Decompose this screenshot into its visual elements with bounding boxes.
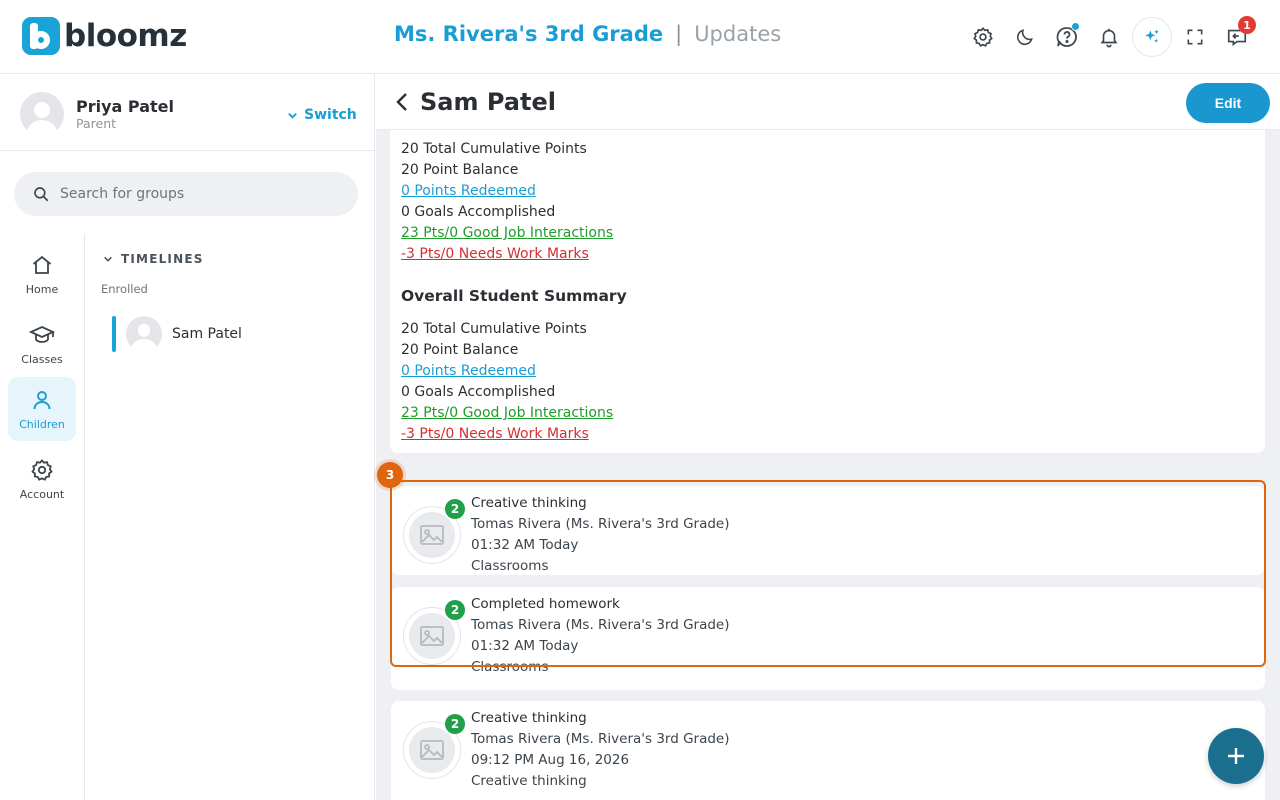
nav-children-label: Children [19, 417, 65, 431]
image-placeholder-icon [420, 740, 444, 760]
title-separator: | [675, 22, 683, 46]
child-detail-title: Sam Patel [420, 88, 556, 116]
nav-classes-label: Classes [21, 352, 63, 366]
class-point-balance: 20 Point Balance [401, 162, 519, 178]
post-title: Creative thinking [471, 495, 587, 511]
overall-goals: 0 Goals Accomplished [401, 384, 556, 400]
help-notification-dot [1071, 22, 1080, 31]
plus-icon [1228, 748, 1244, 764]
back-button[interactable] [388, 88, 416, 116]
moon-icon[interactable] [1006, 18, 1044, 56]
post-count-badge: 2 [445, 499, 465, 519]
chevron-left-icon [396, 93, 407, 111]
post-count-badge: 2 [445, 600, 465, 620]
inbox-count-badge: 1 [1238, 16, 1256, 34]
home-icon [32, 255, 52, 274]
nav-home-label: Home [25, 282, 59, 296]
bell-icon[interactable] [1090, 18, 1128, 56]
class-total-points: 20 Total Cumulative Points [401, 141, 587, 157]
fullscreen-icon[interactable] [1176, 18, 1214, 56]
user-avatar[interactable] [20, 92, 64, 136]
bloomz-logo-mark [22, 17, 60, 55]
post-author: Tomas Rivera (Ms. Rivera's 3rd Grade) [471, 516, 730, 532]
class-good-job-link[interactable]: 23 Pts/0 Good Job Interactions [401, 225, 613, 241]
settings-icon[interactable] [964, 18, 1002, 56]
post-time: 01:32 AM Today [471, 537, 579, 553]
post-category: Classrooms [471, 659, 549, 675]
timelines-header[interactable]: TIMELINES [103, 252, 204, 266]
child-name: Sam Patel [172, 326, 242, 342]
post-author: Tomas Rivera (Ms. Rivera's 3rd Grade) [471, 617, 730, 633]
profile-name: Priya Patel [76, 97, 174, 116]
post-title: Completed homework [471, 596, 620, 612]
detail-header: Sam Patel Edit [376, 74, 1280, 130]
post-count-badge: 2 [445, 714, 465, 734]
post-category: Classrooms [471, 558, 549, 574]
side-navigation: Home Classes Children Account [0, 234, 85, 800]
points-summary-card: 20 Total Cumulative Points 20 Point Bala… [390, 119, 1265, 453]
section-name: Updates [694, 22, 782, 46]
nav-account[interactable]: Account [8, 447, 76, 511]
post-time: 09:12 PM Aug 16, 2026 [471, 752, 630, 768]
child-avatar [126, 316, 162, 352]
search-placeholder: Search for groups [60, 186, 185, 202]
top-bar: bloomz Ms. Rivera's 3rd Grade | Updates … [0, 0, 1280, 74]
overall-good-job-link[interactable]: 23 Pts/0 Good Job Interactions [401, 405, 613, 421]
post-author: Tomas Rivera (Ms. Rivera's 3rd Grade) [471, 731, 730, 747]
header-actions: 1 [964, 16, 1256, 57]
post-title: Creative thinking [471, 710, 587, 726]
class-name[interactable]: Ms. Rivera's 3rd Grade [394, 22, 663, 46]
add-post-button[interactable] [1208, 728, 1264, 784]
chevron-down-icon [288, 112, 297, 119]
logo-text: bloomz [64, 18, 187, 54]
timelines-heading: TIMELINES [121, 252, 204, 266]
profile-header: Priya Patel Parent Switch [0, 74, 375, 151]
ai-sparkle-icon[interactable] [1132, 17, 1172, 57]
graduation-cap-icon [29, 325, 55, 343]
class-goals: 0 Goals Accomplished [401, 204, 556, 220]
nav-children[interactable]: Children [8, 377, 76, 441]
overall-summary-title: Overall Student Summary [401, 287, 627, 305]
overall-needs-work-link[interactable]: -3 Pts/0 Needs Work Marks [401, 426, 589, 442]
nav-classes[interactable]: Classes [8, 312, 76, 376]
timeline-post[interactable]: 2 Completed homework Tomas Rivera (Ms. R… [391, 587, 1265, 690]
active-indicator [112, 316, 116, 352]
bloomz-logo[interactable]: bloomz [22, 17, 187, 55]
group-search-box[interactable]: Search for groups [14, 172, 358, 216]
nav-home[interactable]: Home [8, 242, 76, 306]
switch-account-button[interactable]: Switch [287, 107, 357, 123]
search-icon [34, 187, 49, 202]
post-time: 01:32 AM Today [471, 638, 579, 654]
main-content: 20 Total Cumulative Points 20 Point Bala… [376, 74, 1280, 800]
overall-point-balance: 20 Point Balance [401, 342, 519, 358]
post-category: Creative thinking [471, 773, 587, 789]
class-needs-work-link[interactable]: -3 Pts/0 Needs Work Marks [401, 246, 589, 262]
gear-icon [31, 458, 53, 481]
timeline-post[interactable]: 2 Creative thinking Tomas Rivera (Ms. Ri… [391, 486, 1265, 575]
page-title: Ms. Rivera's 3rd Grade | Updates [394, 22, 781, 46]
nav-account-label: Account [19, 487, 65, 501]
overall-points-redeemed-link[interactable]: 0 Points Redeemed [401, 363, 536, 379]
enrolled-label: Enrolled [101, 282, 148, 296]
overall-total-points: 20 Total Cumulative Points [401, 321, 587, 337]
image-placeholder-icon [420, 626, 444, 646]
person-icon [33, 390, 51, 409]
step-number-badge: 3 [377, 462, 403, 488]
class-points-redeemed-link[interactable]: 0 Points Redeemed [401, 183, 536, 199]
timeline-child-item[interactable]: Sam Patel [112, 314, 352, 352]
left-panel: Priya Patel Parent Switch Search for gro… [0, 74, 375, 800]
chevron-down-icon [104, 256, 112, 262]
inbox-icon[interactable]: 1 [1218, 16, 1256, 56]
image-placeholder-icon [420, 525, 444, 545]
timeline-post[interactable]: 2 Creative thinking Tomas Rivera (Ms. Ri… [391, 701, 1265, 800]
switch-label: Switch [304, 107, 357, 123]
help-icon[interactable] [1048, 18, 1086, 56]
edit-button[interactable]: Edit [1186, 83, 1270, 123]
profile-role: Parent [76, 116, 117, 131]
